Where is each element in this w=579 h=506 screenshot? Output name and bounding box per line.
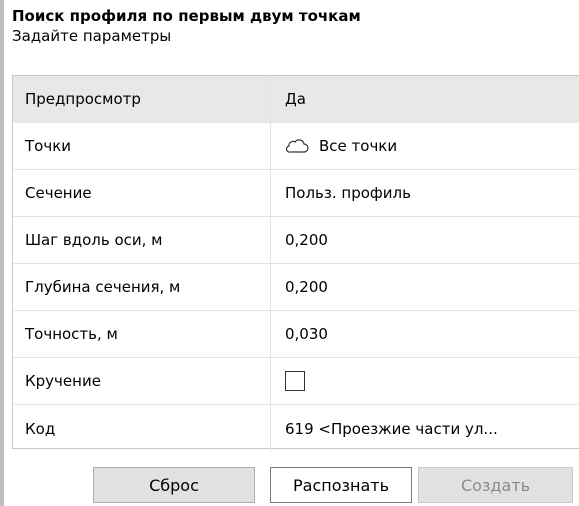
twist-checkbox[interactable] [285,371,305,391]
property-name: Шаг вдоль оси, м [13,217,271,263]
dialog-subtitle: Задайте параметры [12,27,172,45]
property-value-step[interactable]: 0,200 [271,217,579,263]
property-row-step[interactable]: Шаг вдоль оси, м 0,200 [13,217,579,264]
property-name: Предпросмотр [13,76,271,122]
property-name: Код [13,405,271,452]
property-value-code[interactable]: 619 <Проезжие части ул... [271,405,579,452]
property-row-points[interactable]: Точки Все точки [13,123,579,170]
reset-button[interactable]: Сброс [93,467,255,503]
property-value-points[interactable]: Все точки [271,123,579,169]
property-row-accuracy[interactable]: Точность, м 0,030 [13,311,579,358]
property-row-depth[interactable]: Глубина сечения, м 0,200 [13,264,579,311]
dialog-title: Поиск профиля по первым двум точкам [12,7,361,25]
recognize-button[interactable]: Распознать [270,467,412,503]
property-name: Глубина сечения, м [13,264,271,310]
dialog-header: Поиск профиля по первым двум точкам Зада… [12,6,573,46]
points-value-label: Все точки [319,137,398,155]
property-name: Точки [13,123,271,169]
property-value-section[interactable]: Польз. профиль [271,170,579,216]
property-value-accuracy[interactable]: 0,030 [271,311,579,357]
property-grid: Предпросмотр Да Точки Все точки Сечение … [12,75,579,452]
create-button[interactable]: Создать [418,467,573,503]
window-left-border [0,0,4,506]
property-name: Сечение [13,170,271,216]
cloud-icon [285,139,309,153]
property-value-twist[interactable] [271,358,579,404]
property-name: Кручение [13,358,271,404]
property-row-section[interactable]: Сечение Польз. профиль [13,170,579,217]
property-row-twist[interactable]: Кручение [13,358,579,405]
property-row-code[interactable]: Код 619 <Проезжие части ул... [13,405,579,452]
property-value-depth[interactable]: 0,200 [271,264,579,310]
property-value-preview[interactable]: Да [271,76,579,122]
property-row-preview[interactable]: Предпросмотр Да [13,76,579,123]
property-name: Точность, м [13,311,271,357]
